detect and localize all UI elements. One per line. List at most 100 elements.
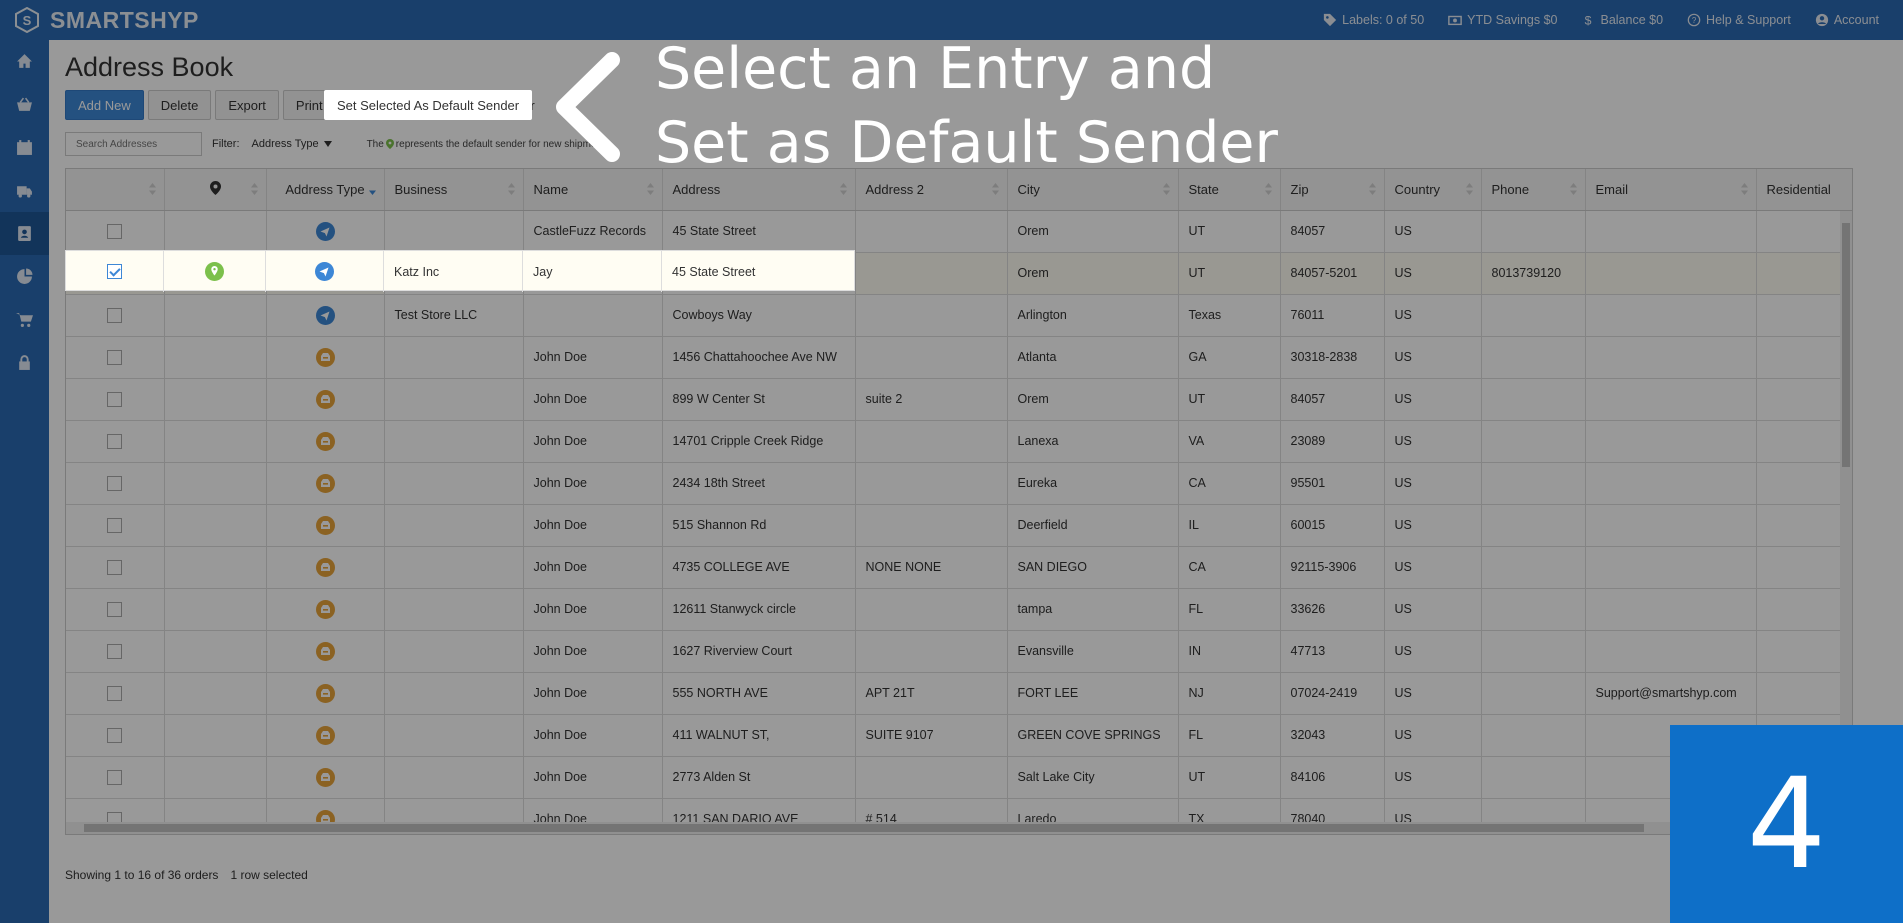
table-row[interactable]: CastleFuzz Records 45 State Street Orem UT 8… xyxy=(66,210,1852,253)
labels-count-link[interactable]: Labels: 0 of 50 xyxy=(1311,13,1436,27)
row-checkbox[interactable] xyxy=(107,391,123,407)
column-header-country[interactable]: Country xyxy=(1384,169,1482,211)
callout-line-1: Select an Entry and xyxy=(655,36,1216,102)
table-row[interactable]: Test Store LLC Cowboys Way Arlington Texas 7… xyxy=(66,294,1852,337)
recipient-inbox-icon xyxy=(315,725,335,745)
horizontal-scrollbar[interactable] xyxy=(66,822,1852,834)
search-input[interactable] xyxy=(65,132,202,156)
cell-business xyxy=(384,672,524,715)
cell-email xyxy=(1585,210,1757,253)
set-default-sender-button-spotlight[interactable]: Set Selected As Default Sender xyxy=(324,90,533,120)
home-icon xyxy=(17,54,32,68)
row-checkbox[interactable] xyxy=(107,769,123,785)
table-row[interactable]: John Doe 555 NORTH AVE APT 21T FORT LEE NJ 07… xyxy=(66,672,1852,715)
row-checkbox[interactable] xyxy=(107,601,123,617)
default-sender-cell xyxy=(164,588,267,631)
column-header-phone[interactable]: Phone xyxy=(1481,169,1586,211)
cell-city: Orem xyxy=(1007,378,1179,421)
brand[interactable]: S SMARTSHYP xyxy=(0,0,199,40)
column-header-default[interactable] xyxy=(164,169,267,211)
cell-state: UT xyxy=(1178,378,1281,421)
cell-zip: 60015 xyxy=(1280,504,1385,547)
row-checkbox[interactable] xyxy=(107,307,123,323)
cell-name: John Doe xyxy=(523,462,663,505)
table-row[interactable]: John Doe 515 Shannon Rd Deerfield IL 60015 US xyxy=(66,504,1852,547)
column-header-zip[interactable]: Zip xyxy=(1280,169,1385,211)
row-checkbox[interactable] xyxy=(107,643,123,659)
cell-state: IN xyxy=(1178,630,1281,673)
row-checkbox[interactable] xyxy=(107,349,123,365)
delete-button[interactable]: Delete xyxy=(147,90,212,120)
table-row[interactable]: John Doe 899 W Center St suite 2 Orem UT 8405… xyxy=(66,378,1852,421)
cell-residential xyxy=(1756,504,1852,547)
recipient-inbox-icon xyxy=(315,557,335,577)
row-checkbox[interactable] xyxy=(107,517,123,533)
cell-city: Eureka xyxy=(1007,462,1179,505)
sidebar-item-reports[interactable] xyxy=(0,255,49,298)
row-checkbox[interactable] xyxy=(107,264,122,279)
table-row[interactable]: John Doe 2434 18th Street Eureka CA 95501 US xyxy=(66,462,1852,505)
account-link[interactable]: Account xyxy=(1803,13,1891,27)
export-button[interactable]: Export xyxy=(215,90,279,120)
table-row[interactable]: John Doe 1627 Riverview Court Evansville IN… xyxy=(66,630,1852,673)
sidebar-item-security[interactable] xyxy=(0,341,49,384)
cell-phone xyxy=(1481,756,1586,799)
sidebar-item-shipments[interactable] xyxy=(0,169,49,212)
balance-link[interactable]: $ Balance $0 xyxy=(1569,13,1675,27)
cell-business xyxy=(384,546,524,589)
cell-zip: 84057 xyxy=(1280,378,1385,421)
table-row[interactable]: John Doe 411 WALNUT ST, SUITE 9107 GREEN CO… xyxy=(66,714,1852,757)
row-checkbox[interactable] xyxy=(107,223,123,239)
row-checkbox[interactable] xyxy=(107,475,123,491)
row-checkbox[interactable] xyxy=(107,433,123,449)
horizontal-scroll-thumb[interactable] xyxy=(84,824,1644,832)
add-new-button[interactable]: Add New xyxy=(65,90,144,120)
row-checkbox[interactable] xyxy=(107,685,123,701)
cell-residential xyxy=(1756,462,1852,505)
column-header-name[interactable]: Name xyxy=(523,169,663,211)
cell-country: US xyxy=(1384,588,1482,631)
cell-address: 12611 Stanwyck circle xyxy=(662,588,856,631)
selection-summary: 1 row selected xyxy=(230,868,308,882)
recipient-inbox-icon xyxy=(315,389,335,409)
column-header-email[interactable]: Email xyxy=(1585,169,1757,211)
cell-email xyxy=(1585,588,1757,631)
column-header-business[interactable]: Business xyxy=(384,169,524,211)
address-type-filter[interactable]: Address Type xyxy=(252,138,332,150)
vertical-scrollbar[interactable] xyxy=(1840,211,1852,793)
sidebar-item-address-book[interactable] xyxy=(0,212,49,255)
cell-city: GREEN COVE SPRINGS xyxy=(1007,714,1179,757)
column-header-address-type[interactable]: Address Type xyxy=(266,169,385,211)
cell-zip: 30318-2838 xyxy=(1280,336,1385,379)
smartshyp-logo-icon: S xyxy=(15,7,39,33)
help-support-link[interactable]: ? Help & Support xyxy=(1675,13,1803,27)
cell-email xyxy=(1585,630,1757,673)
ytd-savings-link[interactable]: YTD Savings $0 xyxy=(1436,13,1569,27)
table-row[interactable]: John Doe 14701 Cripple Creek Ridge Lanexa V… xyxy=(66,420,1852,463)
cell-address: 555 NORTH AVE xyxy=(662,672,856,715)
cell-residential xyxy=(1756,252,1852,295)
row-checkbox[interactable] xyxy=(107,559,123,575)
cell-business xyxy=(384,336,524,379)
sidebar-item-store[interactable] xyxy=(0,298,49,341)
cell-state: UT xyxy=(1178,252,1281,295)
column-header-select[interactable] xyxy=(66,169,165,211)
labels-count: Labels: 0 of 50 xyxy=(1342,13,1425,27)
row-checkbox[interactable] xyxy=(107,727,123,743)
column-header-residential[interactable]: Residential xyxy=(1756,169,1852,211)
cell-address: 45 State Street xyxy=(672,264,756,279)
table-row[interactable]: John Doe 2773 Alden St Salt Lake City UT 841… xyxy=(66,756,1852,799)
cell-address2 xyxy=(855,462,1008,505)
sidebar-item-shop[interactable] xyxy=(0,83,49,126)
table-row[interactable]: John Doe 12611 Stanwyck circle tampa FL 3362… xyxy=(66,588,1852,631)
vertical-scroll-thumb[interactable] xyxy=(1842,223,1850,467)
column-header-label: Address 2 xyxy=(865,181,925,197)
sidebar-item-calendar[interactable] xyxy=(0,126,49,169)
table-row[interactable]: John Doe 1456 Chattahoochee Ave NW Atlanta… xyxy=(66,336,1852,379)
cell-state: FL xyxy=(1178,714,1281,757)
highlighted-row-spotlight[interactable]: Katz Inc Jay 45 State Street xyxy=(65,250,855,292)
table-row[interactable]: John Doe 4735 COLLEGE AVE NONE NONE SAN DIE… xyxy=(66,546,1852,589)
recipient-inbox-icon xyxy=(315,641,335,661)
sidebar-item-home[interactable] xyxy=(0,40,49,83)
cell-country: US xyxy=(1384,294,1482,337)
